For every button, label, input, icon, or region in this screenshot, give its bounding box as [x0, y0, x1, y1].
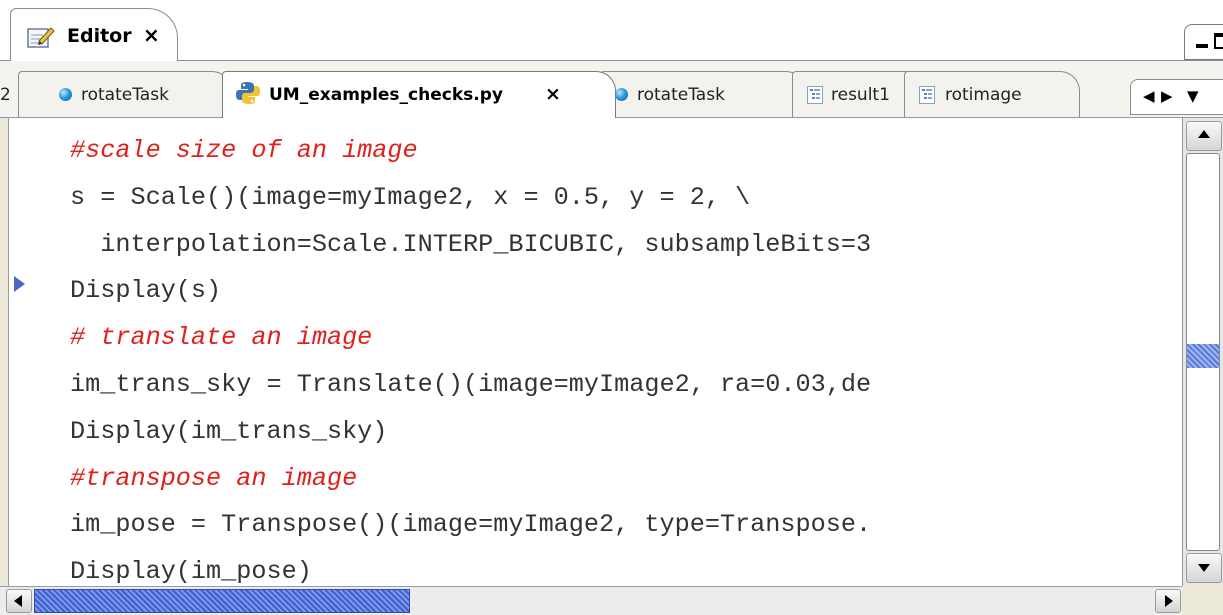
minimize-icon[interactable]	[1196, 44, 1208, 48]
tab-rotimage[interactable]: rotimage	[904, 71, 1080, 117]
tab-um-examples-checks[interactable]: UM_examples_checks.py ×	[222, 71, 616, 119]
close-icon[interactable]: ×	[143, 23, 160, 47]
python-icon	[236, 82, 260, 104]
editor-frame-border	[0, 118, 9, 614]
code-line[interactable]: im_pose = Transpose()(image=myImage2, ty…	[70, 502, 1180, 549]
tab-label: rotateTask	[81, 85, 169, 105]
chevron-right-icon[interactable]: ▶	[1161, 87, 1173, 105]
code-line[interactable]: im_trans_sky = Translate()(image=myImage…	[70, 362, 1180, 409]
code-line[interactable]: interpolation=Scale.INTERP_BICUBIC, subs…	[70, 222, 1180, 269]
vertical-ruler	[9, 118, 37, 586]
scroll-grip	[1187, 344, 1219, 368]
code-line[interactable]: Display(s)	[70, 268, 1180, 315]
hidden-tabs-count[interactable]: 2	[0, 85, 11, 105]
vertical-scrollbar[interactable]	[1182, 118, 1223, 586]
code-line[interactable]: Display(im_pose)	[70, 549, 1180, 588]
tree-list-icon	[919, 86, 935, 104]
close-icon[interactable]: ×	[545, 83, 561, 105]
tree-list-icon	[807, 86, 823, 104]
code-editor[interactable]: #scale size of an image s = Scale()(image…	[0, 118, 1223, 615]
editor-pencil-icon	[27, 27, 55, 48]
code-comment-line[interactable]: #transpose an image	[70, 456, 1180, 503]
editor-tab-strip: 2 rotateTask rotateTask result1 rotimage…	[0, 61, 1223, 119]
tab-label: rotimage	[945, 85, 1022, 105]
tab-label: UM_examples_checks.py	[269, 85, 503, 105]
view-controls	[1184, 24, 1223, 60]
maximize-icon[interactable]	[1214, 33, 1223, 49]
code-line[interactable]: Display(im_trans_sky)	[70, 409, 1180, 456]
code-area[interactable]: #scale size of an image s = Scale()(image…	[70, 128, 1180, 588]
horizontal-scrollbar[interactable]	[0, 586, 1182, 615]
view-tab-label: Editor	[67, 25, 132, 47]
scroll-right-icon[interactable]	[1155, 589, 1181, 613]
tab-menu-icon[interactable]: ▼	[1187, 87, 1199, 105]
blue-dot-icon	[615, 88, 628, 101]
code-comment-line[interactable]: # translate an image	[70, 315, 1180, 362]
scroll-left-icon[interactable]	[6, 589, 32, 613]
tab-rotatetask-1[interactable]: rotateTask	[18, 71, 232, 117]
code-line[interactable]: s = Scale()(image=myImage2, x = 0.5, y =…	[70, 175, 1180, 222]
tab-label: result1	[831, 85, 890, 105]
tab-list-controls: ◀ ▶ ▼	[1130, 79, 1223, 115]
scroll-up-icon[interactable]	[1186, 121, 1222, 151]
view-tab-editor[interactable]: Editor ×	[10, 8, 178, 61]
scroll-down-icon[interactable]	[1186, 553, 1222, 583]
code-comment-line[interactable]: #scale size of an image	[70, 128, 1180, 175]
current-line-marker-icon	[14, 276, 25, 292]
view-tab-bar: Editor ×	[0, 0, 1223, 61]
tab-rotatetask-2[interactable]: rotateTask	[600, 71, 806, 117]
vertical-scroll-thumb[interactable]	[1186, 153, 1220, 551]
chevron-left-icon[interactable]: ◀	[1143, 87, 1155, 105]
horizontal-scroll-thumb[interactable]	[34, 589, 410, 613]
scrollbar-corner	[1182, 586, 1223, 614]
tab-label: rotateTask	[637, 85, 725, 105]
blue-dot-icon	[59, 88, 72, 101]
